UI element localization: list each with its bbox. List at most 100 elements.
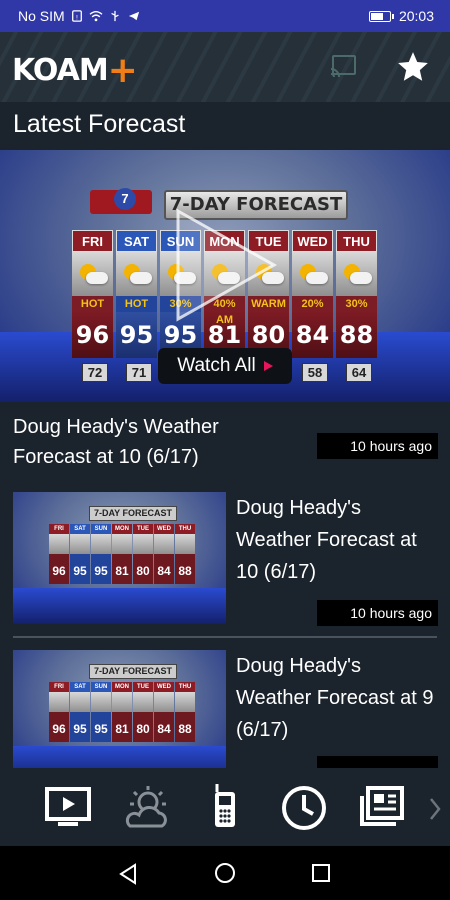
arrow-right-icon <box>263 361 273 371</box>
forecast-day-name: FRI <box>72 230 113 252</box>
thumbnail-day-name: THU <box>175 524 195 534</box>
news-icon[interactable] <box>358 786 406 830</box>
thumbnail-day: THU 88 <box>175 524 195 594</box>
divider <box>13 636 437 638</box>
list-item[interactable]: 7-DAY FORECAST FRI 96 SAT 95 SUN 95 MON 81 TUE 80… <box>0 492 450 632</box>
thumbnail-day-name: SUN <box>91 682 111 692</box>
forecast-day: WED 20% 84 58 <box>292 230 333 382</box>
wifi-icon <box>89 11 103 22</box>
partly-cloudy-icon <box>70 692 90 712</box>
back-icon[interactable] <box>118 863 138 885</box>
favorite-star-icon[interactable] <box>396 50 430 84</box>
thumbnail-day-name: MON <box>112 682 132 692</box>
bottom-nav <box>0 768 450 846</box>
thumbnail-high: 80 <box>133 712 153 742</box>
thumbnail-high: 96 <box>49 712 69 742</box>
usb-icon <box>110 10 119 22</box>
video-play-icon[interactable] <box>44 786 92 828</box>
forecast-condition: 30% <box>336 296 377 312</box>
thumbnail-high: 95 <box>70 712 90 742</box>
carrier-text: No SIM <box>18 8 65 24</box>
forecast-low: 58 <box>302 363 328 382</box>
partly-cloudy-icon <box>91 534 111 554</box>
thumbnail-high: 95 <box>91 712 111 742</box>
thumbnail-day-name: WED <box>154 682 174 692</box>
section-title: Latest Forecast <box>13 110 186 138</box>
thumbnail-day-name: FRI <box>49 524 69 534</box>
phone-icon[interactable] <box>211 782 239 830</box>
partly-cloudy-icon <box>72 252 113 296</box>
list-item[interactable]: 7-DAY FORECAST FRI 96 SAT 95 SUN 95 MON 81 TUE 80… <box>0 650 450 768</box>
partly-cloudy-icon <box>112 534 132 554</box>
item-title[interactable]: Doug Heady's Weather Forecast at 9 (6/17… <box>236 650 441 746</box>
system-nav-bar <box>0 846 450 900</box>
thumbnail-day-name: SAT <box>70 524 90 534</box>
partly-cloudy-icon <box>154 692 174 712</box>
item-title[interactable]: Doug Heady's Weather Forecast at 10 (6/1… <box>236 492 441 588</box>
thumbnail-high: 81 <box>112 554 132 584</box>
station-logo: 7 <box>90 188 152 214</box>
thumbnail-day: SUN 95 <box>91 682 111 752</box>
item-time-badge: 10 hours ago <box>317 600 438 626</box>
partly-cloudy-icon <box>175 534 195 554</box>
thumbnail-high: 80 <box>133 554 153 584</box>
partly-cloudy-icon <box>112 692 132 712</box>
featured-title[interactable]: Doug Heady's Weather Forecast at 10 (6/1… <box>13 412 283 472</box>
partly-cloudy-icon <box>116 252 157 296</box>
app-logo[interactable]: KOAM+ <box>12 48 138 91</box>
thumbnail-day: WED 84 <box>154 682 174 752</box>
forecast-high: 96 <box>72 312 113 358</box>
cast-icon[interactable] <box>330 54 358 78</box>
thumbnail-day-name: MON <box>112 524 132 534</box>
partly-cloudy-icon <box>133 692 153 712</box>
thumbnail-days: FRI 96 SAT 95 SUN 95 MON 81 TUE 80 WED 84 THU 88 <box>49 682 195 752</box>
thumbnail-days: FRI 96 SAT 95 SUN 95 MON 81 TUE 80 WED 84 THU 88 <box>49 524 195 594</box>
thumbnail-high: 95 <box>91 554 111 584</box>
home-icon[interactable] <box>214 862 236 884</box>
forecast-condition: 20% <box>292 296 333 312</box>
chevron-right-icon[interactable] <box>428 796 442 822</box>
video-thumbnail[interactable]: 7-DAY FORECAST FRI 96 SAT 95 SUN 95 MON 81 TUE 80… <box>13 492 226 624</box>
clock-icon[interactable] <box>280 784 328 832</box>
forecast-day-name: SAT <box>116 230 157 252</box>
thumbnail-day-name: TUE <box>133 524 153 534</box>
play-icon[interactable] <box>170 205 280 325</box>
forecast-high: 84 <box>292 312 333 358</box>
telegram-icon <box>128 11 139 21</box>
forecast-condition: HOT <box>72 296 113 312</box>
partly-cloudy-icon <box>49 692 69 712</box>
partly-cloudy-icon <box>91 692 111 712</box>
featured-video[interactable]: 7 7-DAY FORECAST FRIHOT9672SATHOT9571SUN… <box>0 150 450 402</box>
thumbnail-day-name: SUN <box>91 524 111 534</box>
thumbnail-day-name: WED <box>154 524 174 534</box>
partly-cloudy-icon <box>70 534 90 554</box>
forecast-low: 71 <box>126 363 152 382</box>
forecast-low: 64 <box>346 363 372 382</box>
sim-icon: ! <box>71 10 82 22</box>
forecast-high: 88 <box>336 312 377 358</box>
partly-cloudy-icon <box>292 252 333 296</box>
thumbnail-high: 95 <box>70 554 90 584</box>
forecast-day: THU 30% 88 64 <box>336 230 377 382</box>
thumbnail-high: 84 <box>154 554 174 584</box>
thumbnail-high: 84 <box>154 712 174 742</box>
weather-icon[interactable] <box>122 784 172 830</box>
thumbnail-day-name: THU <box>175 682 195 692</box>
thumbnail-day-name: TUE <box>133 682 153 692</box>
thumbnail-high: 96 <box>49 554 69 584</box>
svg-text:!: ! <box>76 14 78 21</box>
clock-time: 20:03 <box>398 8 434 24</box>
app-bar: KOAM+ <box>0 32 450 102</box>
thumbnail-day-name: FRI <box>49 682 69 692</box>
partly-cloudy-icon <box>133 534 153 554</box>
thumbnail-day: FRI 96 <box>49 682 69 752</box>
video-thumbnail[interactable]: 7-DAY FORECAST FRI 96 SAT 95 SUN 95 MON 81 TUE 80… <box>13 650 226 768</box>
forecast-high: 95 <box>116 312 157 358</box>
thumbnail-day: SAT 95 <box>70 682 90 752</box>
recents-icon[interactable] <box>311 863 331 883</box>
partly-cloudy-icon <box>154 534 174 554</box>
thumbnail-high: 88 <box>175 554 195 584</box>
forecast-condition: HOT <box>116 296 157 312</box>
forecast-day-name: THU <box>336 230 377 252</box>
watch-all-button[interactable]: Watch All <box>158 348 292 384</box>
